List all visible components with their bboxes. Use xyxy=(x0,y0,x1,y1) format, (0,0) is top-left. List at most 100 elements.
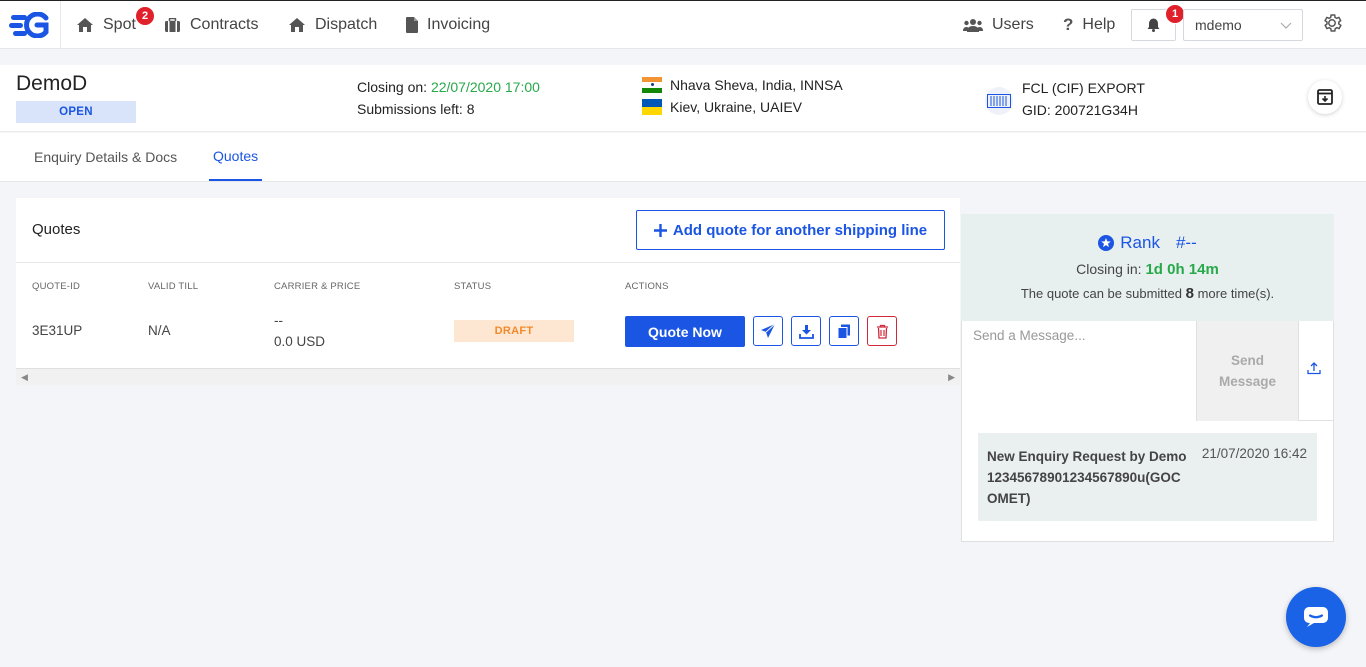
submissions-value: 8 xyxy=(466,101,475,117)
valid-till-cell: N/A xyxy=(148,323,171,338)
route-info: Nhava Sheva, India, INNSA Kiev, Ukraine,… xyxy=(642,74,843,118)
nav-contracts[interactable]: Contracts xyxy=(164,1,258,49)
gocomet-logo[interactable] xyxy=(0,1,61,49)
closing-in-value: 1d 0h 14m xyxy=(1145,261,1219,278)
document-icon xyxy=(406,17,418,33)
archive-download-icon xyxy=(1317,89,1333,105)
submissions-remaining: The quote can be submitted 8 more time(s… xyxy=(961,285,1334,302)
tab-quotes[interactable]: Quotes xyxy=(209,133,263,181)
rank-value: #-- xyxy=(1175,233,1197,252)
tab-enquiry-details[interactable]: Enquiry Details & Docs xyxy=(30,133,181,181)
column-header-status: STATUS xyxy=(454,281,492,292)
carrier-cell: -- xyxy=(274,313,283,328)
column-header-quote-id: QUOTE-ID xyxy=(32,281,81,292)
user-dropdown[interactable]: mdemo xyxy=(1183,9,1303,41)
add-quote-label: Add quote for another shipping line xyxy=(672,221,928,239)
top-navbar: Spot 2 Contracts Dispatch Invoicing User… xyxy=(0,0,1366,49)
rank-label: Rank xyxy=(1120,233,1160,252)
price-cell: 0.0 USD xyxy=(274,334,326,349)
plus-icon xyxy=(653,223,667,237)
column-header-carrier-price: CARRIER & PRICE xyxy=(274,281,361,292)
chat-icon xyxy=(1304,607,1328,627)
origin-label: Nhava Sheva, India, INNSA xyxy=(670,77,843,93)
paper-plane-icon xyxy=(761,323,776,338)
send-message-button[interactable]: Send Message xyxy=(1197,321,1299,421)
submit-count: 8 xyxy=(1185,285,1194,302)
column-header-actions: ACTIONS xyxy=(625,281,669,292)
nav-help[interactable]: ? Help xyxy=(1063,1,1115,49)
spot-count-badge: 2 xyxy=(135,6,155,26)
nav-users[interactable]: Users xyxy=(963,1,1034,49)
enquiry-name: DemoD xyxy=(16,72,88,95)
destination-port: Kiev, Ukraine, UAIEV xyxy=(642,96,843,118)
nav-users-label: Users xyxy=(992,16,1034,33)
briefcase-icon xyxy=(165,17,180,32)
nav-spot[interactable]: Spot xyxy=(76,1,136,49)
container-icon xyxy=(985,87,1013,115)
nav-dispatch-label: Dispatch xyxy=(315,16,378,33)
archive-button[interactable] xyxy=(1308,80,1342,114)
settings-gear-icon[interactable] xyxy=(1321,12,1343,34)
horizontal-scrollbar[interactable]: ◀ ▶ xyxy=(16,368,960,385)
username-label: mdemo xyxy=(1195,17,1242,33)
chevron-down-icon xyxy=(1280,22,1292,29)
nav-dispatch[interactable]: Dispatch xyxy=(288,1,377,49)
closing-date: 22/07/2020 17:00 xyxy=(430,79,540,95)
divider xyxy=(16,262,960,263)
submissions-label: Submissions left: xyxy=(357,101,463,117)
home-icon xyxy=(77,18,93,32)
nav-contracts-label: Contracts xyxy=(190,16,259,33)
send-message-line1: Send xyxy=(1230,353,1264,368)
tab-bar: Enquiry Details & Docs Quotes xyxy=(0,133,1366,182)
column-header-valid-till: VALID TILL xyxy=(148,281,199,292)
star-circle-icon xyxy=(1098,235,1115,251)
destination-label: Kiev, Ukraine, UAIEV xyxy=(670,99,803,115)
question-icon: ? xyxy=(1063,15,1074,34)
download-icon xyxy=(798,324,814,339)
rank-line: Rank #-- xyxy=(961,233,1334,253)
home-icon xyxy=(289,18,305,32)
rank-panel: Rank #-- Closing in: 1d 0h 14m The quote… xyxy=(961,214,1334,321)
quotes-panel: Quotes Add quote for another shipping li… xyxy=(16,198,960,385)
quote-id-cell: 3E31UP xyxy=(32,323,83,338)
gid-label: GID: 200721G34H xyxy=(1022,102,1138,118)
submit-prefix: The quote can be submitted xyxy=(1020,286,1182,301)
closing-in: Closing in: 1d 0h 14m xyxy=(961,261,1334,278)
upload-icon[interactable] xyxy=(1307,361,1321,375)
quotes-title: Quotes xyxy=(32,221,81,238)
quote-now-button[interactable]: Quote Now xyxy=(625,316,745,347)
add-quote-button[interactable]: Add quote for another shipping line xyxy=(636,210,945,250)
chat-button[interactable] xyxy=(1286,587,1346,647)
closing-in-label: Closing in: xyxy=(1076,261,1142,277)
draft-status-badge: DRAFT xyxy=(454,320,574,342)
log-entry: New Enquiry Request by Demo1234567890123… xyxy=(978,433,1317,521)
log-text: New Enquiry Request by Demo1234567890123… xyxy=(987,449,1187,506)
scroll-left-icon[interactable]: ◀ xyxy=(21,372,28,383)
send-message-line2: Message xyxy=(1218,374,1277,389)
message-input[interactable] xyxy=(962,321,1197,421)
nav-invoicing-label: Invoicing xyxy=(427,16,491,33)
bell-icon xyxy=(1147,18,1160,32)
delete-quote-button[interactable] xyxy=(867,316,897,346)
copy-quote-button[interactable] xyxy=(829,316,859,346)
notification-count-badge: 1 xyxy=(1165,4,1185,24)
ukraine-flag-icon xyxy=(642,99,662,115)
message-panel: Send Message xyxy=(961,321,1334,421)
users-icon xyxy=(963,19,983,32)
nav-help-label: Help xyxy=(1082,16,1116,33)
nav-invoicing[interactable]: Invoicing xyxy=(406,1,490,49)
trash-icon xyxy=(876,324,888,339)
copy-icon xyxy=(837,324,850,339)
scroll-right-icon[interactable]: ▶ xyxy=(948,372,955,383)
status-badge: OPEN xyxy=(16,101,136,123)
shipment-info: FCL (CIF) EXPORT GID: 200721G34H xyxy=(985,77,1145,121)
download-quote-button[interactable] xyxy=(791,316,821,346)
closing-label: Closing on: xyxy=(357,79,428,95)
activity-log: New Enquiry Request by Demo1234567890123… xyxy=(961,421,1334,542)
send-quote-button[interactable] xyxy=(753,316,783,346)
origin-port: Nhava Sheva, India, INNSA xyxy=(642,74,843,96)
submit-suffix: more time(s). xyxy=(1197,286,1275,301)
india-flag-icon xyxy=(642,77,662,93)
nav-spot-label: Spot xyxy=(103,16,136,33)
closing-info: Closing on: 22/07/2020 17:00 Submissions… xyxy=(357,76,540,120)
